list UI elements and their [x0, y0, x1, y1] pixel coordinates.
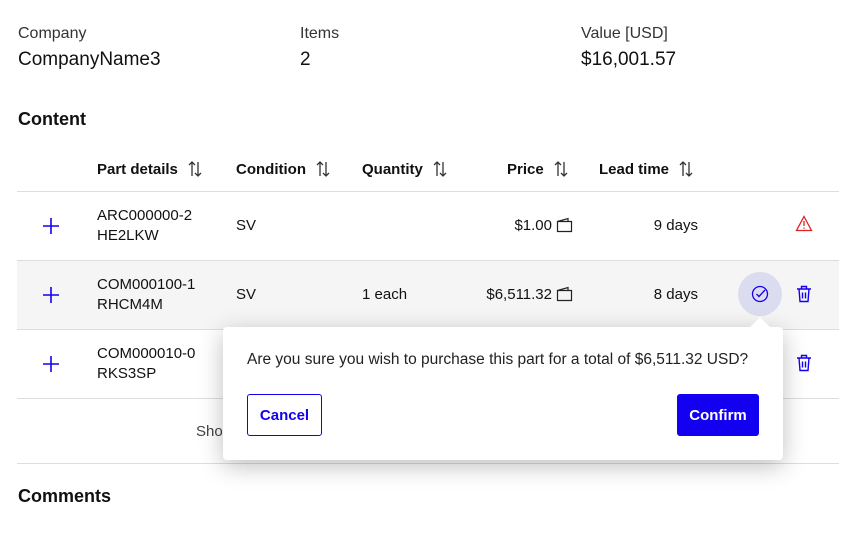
header-price[interactable]: Price [507, 160, 570, 178]
lead-time: 8 days [653, 286, 698, 303]
header-label: Price [507, 160, 544, 178]
items-value: 2 [300, 49, 311, 70]
header-part-details[interactable]: Part details [97, 160, 204, 178]
table-footer-text: Sho [196, 423, 223, 440]
sort-icon [554, 161, 568, 177]
purchase-button[interactable] [738, 272, 782, 316]
warning-icon [795, 215, 813, 232]
value-label: Value [USD] [581, 25, 668, 42]
wallet-icon[interactable] [556, 286, 573, 302]
table-row: ARC000000-2 HE2LKW SV $1.00 9 days [17, 192, 839, 261]
expand-plus-icon[interactable] [42, 217, 60, 235]
part-details: COM000100-1 RHCM4M [97, 276, 196, 313]
part-details: COM000010-0 RKS3SP [97, 345, 196, 382]
divider [17, 463, 839, 464]
trash-icon[interactable] [796, 285, 812, 303]
condition: SV [236, 217, 257, 234]
sort-icon [433, 161, 447, 177]
header-label: Part details [97, 160, 178, 178]
check-circle-icon [751, 285, 769, 303]
price: $1.00 [514, 217, 552, 234]
sort-icon [679, 161, 693, 177]
expand-plus-icon[interactable] [42, 286, 60, 304]
price: $6,511.32 [486, 286, 552, 303]
value-value: $16,001.57 [581, 49, 677, 70]
header-label: Quantity [362, 160, 423, 178]
sort-icon [188, 161, 202, 177]
quantity: 1 each [362, 286, 408, 303]
popover-message: Are you sure you wish to purchase this p… [247, 351, 749, 368]
part-details: ARC000000-2 HE2LKW [97, 207, 193, 244]
company-label: Company [18, 25, 87, 42]
lead-time: 9 days [653, 217, 698, 234]
expand-plus-icon[interactable] [42, 355, 60, 373]
cancel-button[interactable]: Cancel [247, 394, 322, 436]
items-label: Items [300, 25, 340, 42]
sort-icon [316, 161, 330, 177]
table-row: COM000100-1 RHCM4M SV 1 each $6,511.32 8 … [17, 261, 839, 330]
comments-heading: Comments [18, 486, 112, 506]
header-condition[interactable]: Condition [236, 160, 332, 178]
header-label: Lead time [599, 160, 670, 178]
condition: SV [236, 286, 257, 303]
company-value: CompanyName3 [18, 49, 161, 70]
trash-icon[interactable] [796, 354, 812, 372]
confirm-button[interactable]: Confirm [677, 394, 759, 436]
header-label: Condition [236, 160, 306, 178]
wallet-icon[interactable] [556, 217, 573, 233]
purchase-confirm-popover: Are you sure you wish to purchase this p… [223, 317, 783, 460]
header-lead-time[interactable]: Lead time [599, 160, 695, 178]
header-quantity[interactable]: Quantity [362, 160, 449, 178]
content-heading: Content [18, 109, 86, 129]
